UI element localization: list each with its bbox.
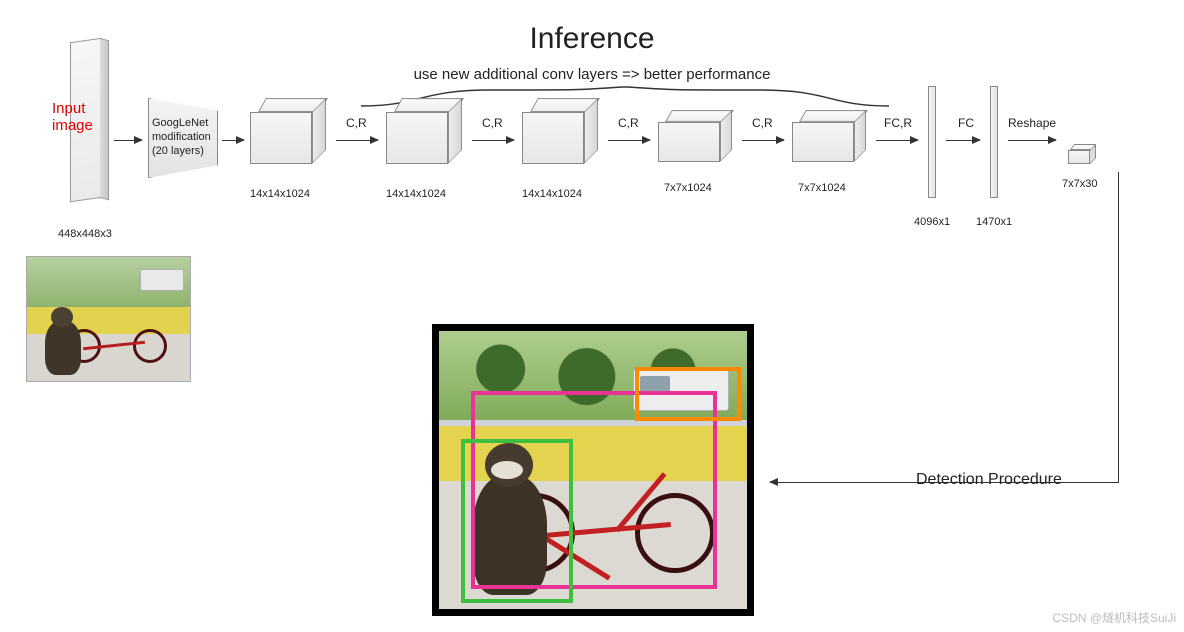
op-fcr: FC,R [884, 116, 912, 130]
conv3-dim: 14x14x1024 [522, 188, 582, 200]
op-reshape: Reshape [1008, 116, 1056, 130]
input-image-label: Input image [52, 100, 93, 135]
op-cr-1: C,R [346, 116, 367, 130]
arrow-icon [742, 140, 784, 141]
detection-connector-vertical [1118, 172, 1119, 483]
fc-layer-2 [990, 86, 998, 198]
fc1-dim: 4096x1 [914, 216, 950, 228]
input-label-line2: image [52, 117, 93, 134]
input-label-line1: Input [52, 100, 85, 117]
conv4-dim: 7x7x1024 [664, 182, 712, 194]
input-dim: 448x448x3 [58, 228, 112, 240]
arrow-icon [946, 140, 980, 141]
fc2-dim: 1470x1 [976, 216, 1012, 228]
diagram-title: Inference [529, 22, 654, 56]
googlenet-label: GoogLeNet modification (20 layers) [152, 117, 211, 158]
arrow-icon [222, 140, 244, 141]
fc-layer-1 [928, 86, 936, 198]
detection-procedure-label: Detection Procedure [916, 471, 1062, 489]
conv1-dim: 14x14x1024 [250, 188, 310, 200]
op-cr-3: C,R [618, 116, 639, 130]
detection-output-image [432, 324, 754, 616]
conv2-dim: 14x14x1024 [386, 188, 446, 200]
arrow-icon [608, 140, 650, 141]
output-dim: 7x7x30 [1062, 178, 1097, 190]
input-thumbnail-image [26, 256, 191, 382]
op-cr-4: C,R [752, 116, 773, 130]
arrow-icon [472, 140, 514, 141]
watermark: CSDN @燧机科技SuiJi [1052, 609, 1176, 626]
diagram-subtitle: use new additional conv layers => better… [414, 66, 771, 83]
op-cr-2: C,R [482, 116, 503, 130]
bbox-dog [461, 439, 573, 603]
arrow-icon [336, 140, 378, 141]
arrow-icon [1008, 140, 1056, 141]
op-fc: FC [958, 116, 974, 130]
arrow-icon [876, 140, 918, 141]
arrow-icon [114, 140, 142, 141]
conv5-dim: 7x7x1024 [798, 182, 846, 194]
bbox-truck [635, 367, 741, 421]
